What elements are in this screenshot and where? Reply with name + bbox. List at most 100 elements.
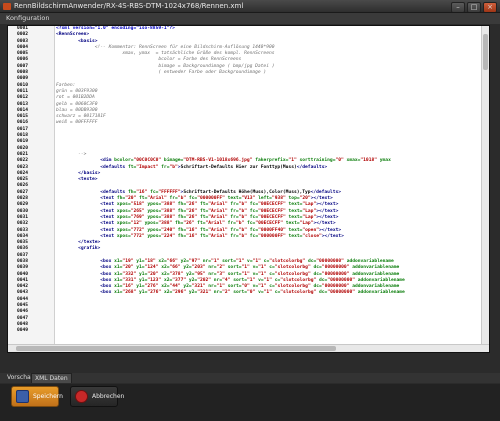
- line-number: 0049: [17, 328, 29, 334]
- code-token: <RennScreen>: [56, 32, 90, 38]
- close-button[interactable]: ×: [483, 2, 497, 12]
- horizontal-scrollbar[interactable]: [8, 344, 489, 352]
- code-token: "slotcolorbg": [274, 265, 314, 271]
- code-token: ypos=: [147, 208, 162, 214]
- code-token: fh=: [177, 233, 187, 239]
- code-token: "slotcolorbg": [280, 277, 320, 283]
- code-token: addonvariablename: [352, 271, 400, 277]
- code-token: "Arial": [208, 202, 231, 208]
- code-token: "388": [158, 221, 176, 227]
- code-token: "4": [222, 277, 234, 283]
- code-token: "b": [235, 221, 248, 227]
- code-token: "16": [186, 227, 200, 233]
- code-token: fr=: [230, 233, 239, 239]
- code-token: sort=: [222, 258, 236, 264]
- code-token: y1=: [136, 284, 145, 290]
- code-token: Schriftart-Defaults Hier zur Fonttyp(Mus…: [180, 164, 297, 170]
- code-token: xpos=: [116, 214, 131, 220]
- code-token: "V13": [241, 196, 259, 202]
- code-token: "321": [191, 284, 209, 290]
- code-token: "b": [238, 214, 250, 220]
- save-button-label: Speichern: [33, 393, 63, 400]
- code-token: "open": [302, 227, 319, 233]
- code-token: "1": [241, 265, 253, 271]
- code-token: gelb = 0060C3F0: [56, 101, 98, 107]
- code-token: "1": [258, 284, 270, 290]
- code-token: "slotcolorbg": [280, 290, 320, 296]
- code-token: "0": [241, 284, 253, 290]
- vertical-scrollbar-thumb[interactable]: [483, 34, 488, 70]
- code-token: ft=: [199, 202, 209, 208]
- code-token: "0000FF40": [258, 227, 289, 233]
- code-token: "b": [238, 227, 250, 233]
- code-token: "20": [125, 196, 140, 202]
- code-token: xmax, ymax = tatsächliche Größe des komp…: [56, 51, 275, 57]
- horizontal-scrollbar-thumb[interactable]: [16, 346, 336, 351]
- code-token: "1": [258, 265, 270, 271]
- minimize-button[interactable]: –: [451, 2, 465, 12]
- xml-editor[interactable]: 0001 <?xml version="1.0" encoding="iso-88…: [7, 25, 490, 353]
- code-token: ft=: [199, 233, 209, 239]
- code-token: "772": [130, 233, 148, 239]
- code-token: text=: [288, 214, 303, 220]
- code-token: "slotcolorbg": [274, 271, 314, 277]
- code-token: x2=: [158, 258, 167, 264]
- code-token: grün = 003F9300: [56, 88, 98, 94]
- code-token: <defaults: [100, 164, 128, 170]
- code-token: ></text>: [321, 233, 344, 239]
- stop-icon: [75, 390, 88, 403]
- code-token: "1": [211, 258, 223, 264]
- code-token: "26": [186, 202, 200, 208]
- code-token: "Arial": [208, 208, 231, 214]
- code-token: "3": [216, 271, 228, 277]
- code-token: text=: [288, 202, 303, 208]
- code-token: addonvariablename: [352, 284, 400, 290]
- code-token: fh=: [127, 189, 137, 195]
- code-token: fr=: [169, 196, 178, 202]
- code-token: "1": [263, 290, 275, 296]
- cancel-button[interactable]: Abbrechen: [70, 386, 124, 407]
- code-token: sort=: [233, 277, 248, 283]
- vertical-scrollbar[interactable]: [481, 26, 489, 352]
- code-token: ></text>: [310, 196, 333, 202]
- code-token: "00000000": [321, 265, 353, 271]
- code-token: xpos=: [116, 227, 131, 233]
- code-token: ></text>: [316, 214, 339, 220]
- code-token: "518": [130, 202, 148, 208]
- code-token: text=: [288, 233, 303, 239]
- code-token: "20": [122, 265, 137, 271]
- code-token: y2=: [180, 258, 189, 264]
- code-token: "00ECECFF": [258, 214, 289, 220]
- code-token: "388": [161, 208, 178, 214]
- code-token: "66": [169, 265, 184, 271]
- code-token: sorttraining=: [299, 158, 336, 164]
- code-token: "224": [161, 233, 178, 239]
- code-token: "377": [172, 277, 189, 283]
- code-token: ypos=: [147, 233, 162, 239]
- maximize-button[interactable]: □: [467, 2, 481, 12]
- tab-xml-daten[interactable]: XML Daten: [31, 373, 72, 383]
- code-token: "331": [122, 277, 140, 283]
- code-token: ypos=: [147, 202, 162, 208]
- code-token: "16": [122, 284, 137, 290]
- code-token: y2=: [188, 277, 198, 283]
- code-token: "268": [122, 290, 140, 296]
- code-token: y1=: [136, 258, 145, 264]
- menu-konfiguration[interactable]: Konfiguration: [6, 14, 49, 22]
- code-token: sort=: [233, 290, 248, 296]
- code-token: "938": [271, 196, 289, 202]
- save-button[interactable]: Speichern: [11, 386, 63, 407]
- code-token: <!-- Kommentar: RennScreen für eine Bild…: [94, 44, 275, 50]
- code-token: </basis>: [78, 170, 101, 176]
- code-token: Schriftart-Defaults Höhe(Muss),Color(Mus…: [183, 189, 311, 195]
- code-token: ypos=: [147, 227, 162, 233]
